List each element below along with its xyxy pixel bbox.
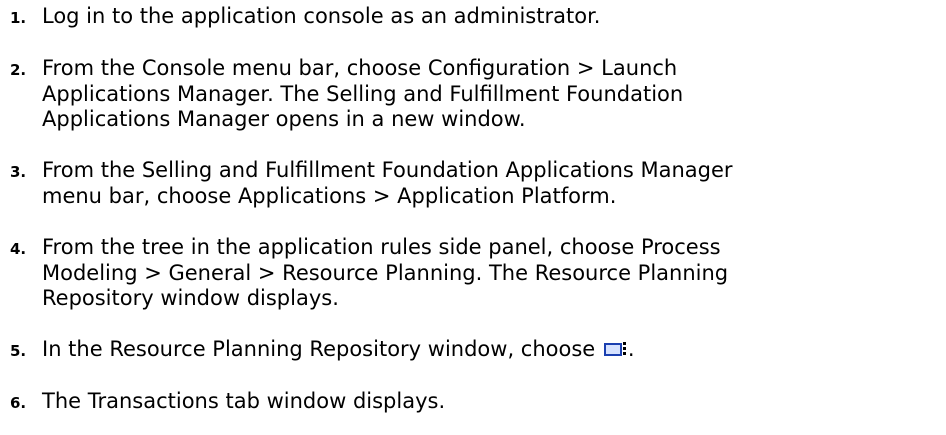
step-line: The Transactions tab window displays. — [42, 389, 446, 413]
step-text: In the Resource Planning Repository wind… — [42, 337, 932, 363]
step-line: Applications Manager opens in a new wind… — [42, 107, 526, 131]
step-line: Modeling > General > Resource Planning. … — [42, 260, 729, 285]
details-view-icon — [603, 341, 628, 357]
step-number: 6. — [10, 394, 27, 412]
step-line: menu bar, choose Applications > Applicat… — [42, 183, 617, 208]
step-number: 1. — [10, 9, 27, 27]
step-trailing-text: . — [627, 337, 635, 361]
step-line: From the Selling and Fulfillment Foundat… — [42, 158, 733, 182]
step-line: Applications Manager. The Selling and Fu… — [42, 81, 684, 106]
step-number: 4. — [10, 240, 27, 258]
step-line: From the Console menu bar, choose Config… — [42, 56, 678, 80]
step-text: Log in to the application console as an … — [42, 4, 932, 30]
step-number: 5. — [10, 342, 27, 360]
step-number: 3. — [10, 163, 27, 181]
step-text: From the Selling and Fulfillment Foundat… — [42, 158, 932, 209]
step-line: From the tree in the application rules s… — [42, 235, 721, 259]
step-text: From the tree in the application rules s… — [42, 235, 932, 312]
step-text: The Transactions tab window displays. — [42, 389, 932, 415]
step-line: In the Resource Planning Repository wind… — [42, 337, 602, 361]
step-number: 2. — [10, 61, 27, 79]
step-line: Repository window displays. — [42, 286, 339, 310]
step-text: From the Console menu bar, choose Config… — [42, 56, 932, 133]
step-line: Log in to the application console as an … — [42, 4, 601, 28]
